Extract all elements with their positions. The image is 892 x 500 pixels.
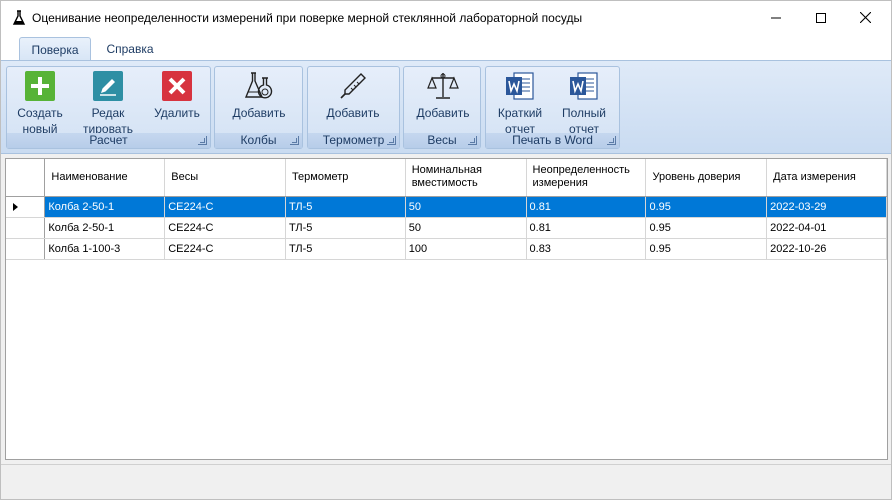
short-report-button[interactable]: Краткий отчет bbox=[490, 70, 550, 137]
full-report-button[interactable]: Полный отчет bbox=[554, 70, 614, 137]
table-cell[interactable]: CE224-C bbox=[164, 238, 286, 260]
table-cell[interactable]: 0.83 bbox=[526, 238, 647, 260]
row-header-cell[interactable] bbox=[6, 217, 46, 239]
row-header-cell[interactable] bbox=[6, 196, 46, 218]
measurements-grid[interactable]: Наименование Весы Термометр Номинальная … bbox=[5, 158, 888, 460]
add-scales-label: Добавить bbox=[416, 106, 470, 120]
create-new-button[interactable]: Создать новый bbox=[10, 70, 70, 137]
word-icon bbox=[568, 70, 600, 102]
column-header-name[interactable]: Наименование bbox=[44, 159, 166, 197]
short-report-label-1: Краткий bbox=[497, 106, 543, 120]
add-thermometer-button[interactable]: Добавить bbox=[323, 70, 383, 121]
edit-button[interactable]: Редак тировать bbox=[78, 70, 138, 137]
add-thermometer-label: Добавить bbox=[326, 106, 380, 120]
table-row[interactable]: Колба 1-100-3 CE224-C ТЛ-5 100 0.83 0.95… bbox=[6, 238, 887, 260]
column-header-thermometer[interactable]: Термометр bbox=[285, 159, 406, 197]
table-cell[interactable]: CE224-C bbox=[164, 217, 286, 239]
status-bar bbox=[1, 464, 891, 499]
minimize-icon bbox=[770, 17, 781, 18]
table-cell[interactable]: Колба 2-50-1 bbox=[44, 217, 166, 239]
tab-poverka[interactable]: Поверка bbox=[19, 37, 91, 61]
main-window: Оценивание неопределенности измерений пр… bbox=[0, 0, 892, 500]
table-cell[interactable]: 2022-10-26 bbox=[766, 238, 887, 260]
corner-header-cell[interactable] bbox=[6, 159, 46, 197]
add-flask-button[interactable]: Добавить bbox=[229, 70, 289, 121]
tab-spravka[interactable]: Справка bbox=[97, 37, 163, 61]
ribbon-panel: Создать новый Редак тировать Удалить Рас… bbox=[1, 60, 891, 154]
minimize-button[interactable] bbox=[753, 1, 798, 34]
maximize-button[interactable] bbox=[798, 1, 843, 34]
flask-app-icon bbox=[12, 10, 26, 25]
column-header-confidence[interactable]: Уровень доверия bbox=[645, 159, 768, 197]
row-header-cell[interactable] bbox=[6, 238, 46, 260]
table-row[interactable]: Колба 2-50-1 CE224-C ТЛ-5 50 0.81 0.95 2… bbox=[6, 196, 887, 218]
table-header-row: Наименование Весы Термометр Номинальная … bbox=[6, 159, 887, 197]
add-scales-button[interactable]: Добавить bbox=[413, 70, 473, 121]
group-raschet: Создать новый Редак тировать Удалить Рас… bbox=[6, 66, 211, 149]
dialog-launcher-icon[interactable] bbox=[198, 136, 207, 145]
group-termometr: Добавить Термометр bbox=[307, 66, 400, 149]
current-row-arrow-icon bbox=[13, 202, 18, 211]
table-cell[interactable]: 50 bbox=[405, 217, 527, 239]
dialog-launcher-icon[interactable] bbox=[387, 136, 396, 145]
group-caption-print-word: Печать в Word bbox=[486, 133, 619, 148]
table-cell[interactable]: 0.95 bbox=[645, 238, 768, 260]
table-row[interactable]: Колба 2-50-1 CE224-C ТЛ-5 50 0.81 0.95 2… bbox=[6, 217, 887, 239]
table-cell[interactable]: Колба 2-50-1 bbox=[44, 196, 166, 218]
measurements-table: Наименование Весы Термометр Номинальная … bbox=[6, 159, 887, 260]
pencil-icon bbox=[92, 70, 124, 102]
dialog-launcher-icon[interactable] bbox=[290, 136, 299, 145]
delete-x-icon bbox=[161, 70, 193, 102]
column-header-nominal-volume[interactable]: Номинальная вместимость bbox=[405, 159, 527, 197]
group-caption-raschet: Расчет bbox=[7, 133, 210, 148]
table-cell[interactable]: 2022-03-29 bbox=[766, 196, 887, 218]
thermometer-icon bbox=[337, 70, 369, 102]
close-icon bbox=[860, 12, 871, 23]
table-cell[interactable]: 0.95 bbox=[645, 196, 768, 218]
column-header-date[interactable]: Дата измерения bbox=[766, 159, 887, 197]
table-cell[interactable]: CE224-C bbox=[164, 196, 286, 218]
table-cell[interactable]: 2022-04-01 bbox=[766, 217, 887, 239]
table-cell[interactable]: Колба 1-100-3 bbox=[44, 238, 166, 260]
group-caption-kolby: Колбы bbox=[215, 133, 302, 148]
delete-button[interactable]: Удалить bbox=[147, 70, 207, 121]
dialog-launcher-icon[interactable] bbox=[607, 136, 616, 145]
column-header-scales[interactable]: Весы bbox=[164, 159, 286, 197]
table-cell[interactable]: 100 bbox=[405, 238, 527, 260]
table-cell[interactable]: ТЛ-5 bbox=[285, 217, 406, 239]
scales-icon bbox=[427, 70, 459, 102]
full-report-label-1: Полный bbox=[562, 106, 606, 120]
plus-icon bbox=[24, 70, 56, 102]
group-vesy: Добавить Весы bbox=[403, 66, 481, 149]
add-flask-label: Добавить bbox=[232, 106, 286, 120]
title-bar: Оценивание неопределенности измерений пр… bbox=[1, 1, 891, 34]
window-title: Оценивание неопределенности измерений пр… bbox=[32, 11, 583, 25]
table-cell[interactable]: ТЛ-5 bbox=[285, 238, 406, 260]
table-cell[interactable]: 0.81 bbox=[526, 217, 647, 239]
group-print-word: Краткий отчет Полный отчет Печать в Word bbox=[485, 66, 620, 149]
table-cell[interactable]: 50 bbox=[405, 196, 527, 218]
close-button[interactable] bbox=[843, 1, 888, 34]
create-new-label-1: Создать bbox=[17, 106, 63, 120]
group-caption-termometr: Термометр bbox=[308, 133, 399, 148]
word-icon bbox=[504, 70, 536, 102]
ribbon-tab-bar: Поверка Справка bbox=[1, 34, 891, 61]
table-cell[interactable]: 0.95 bbox=[645, 217, 768, 239]
delete-label: Удалить bbox=[154, 106, 200, 120]
table-cell[interactable]: ТЛ-5 bbox=[285, 196, 406, 218]
flasks-icon bbox=[243, 70, 275, 102]
column-header-uncertainty[interactable]: Неопределенность измерения bbox=[526, 159, 647, 197]
group-kolby: Добавить Колбы bbox=[214, 66, 303, 149]
table-cell[interactable]: 0.81 bbox=[526, 196, 647, 218]
edit-label-1: Редак bbox=[91, 106, 125, 120]
maximize-icon bbox=[815, 12, 826, 23]
dialog-launcher-icon[interactable] bbox=[468, 136, 477, 145]
